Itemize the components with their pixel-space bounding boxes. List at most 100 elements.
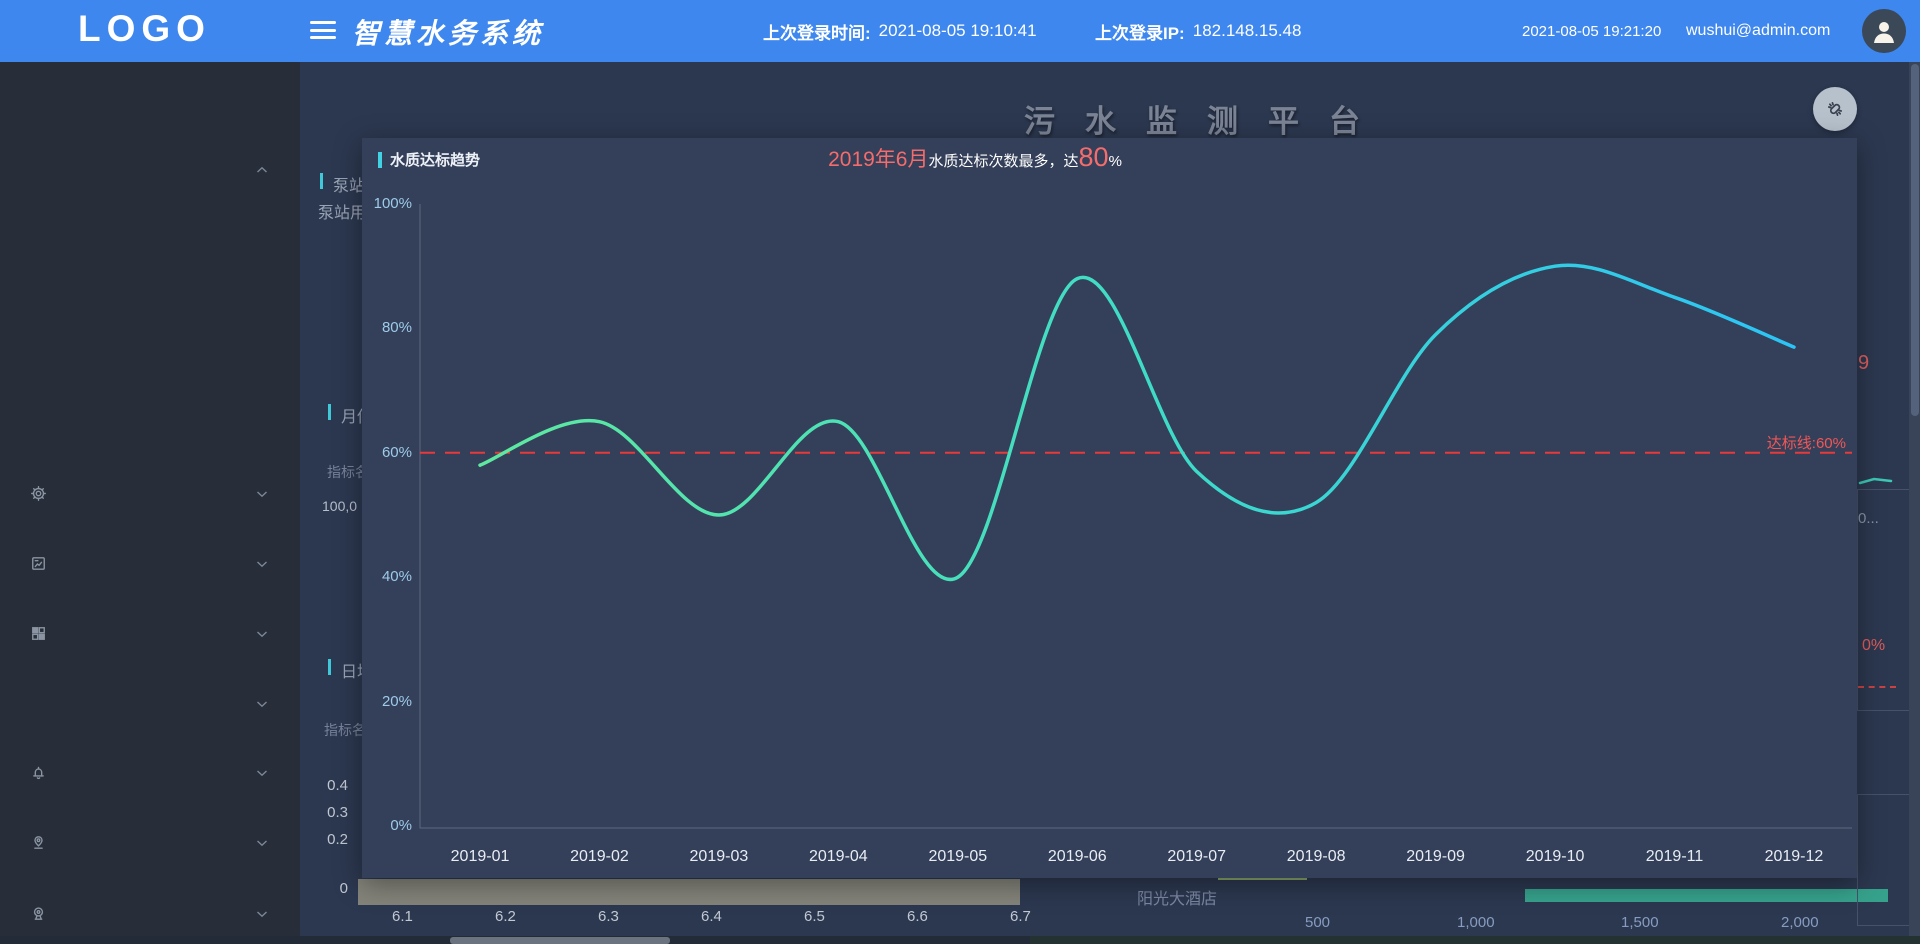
right-fragment-number: 0...	[1858, 510, 1879, 527]
right-fragment-nine: 9	[1858, 352, 1869, 375]
daily-xtick-3: 6.4	[701, 908, 722, 925]
daily-xtick-4: 6.5	[804, 908, 825, 925]
month-panel-value: 100,0	[322, 498, 357, 514]
right-fragment-percent: 0%	[1862, 637, 1885, 655]
app-title: 智慧水务系统	[352, 12, 544, 52]
sidebar-item-3[interactable]	[0, 343, 300, 383]
chart-axes	[420, 204, 1852, 828]
x-axis-tick-5: 2019-06	[1037, 847, 1117, 867]
x-axis-tick-4: 2019-05	[918, 847, 998, 867]
chevron-down-icon	[256, 910, 268, 918]
current-time: 2021-08-05 19:21:20	[1522, 0, 1661, 62]
y-axis-tick-0: 0%	[362, 816, 412, 836]
sidebar-item-2[interactable]	[0, 281, 300, 321]
x-axis-tick-6: 2019-07	[1157, 847, 1237, 867]
sidebar-item-1[interactable]	[0, 217, 300, 257]
right-fragment-panel-2	[1857, 794, 1917, 926]
y-axis-tick-2: 40%	[362, 567, 412, 587]
right-fragment-line	[1858, 474, 1894, 488]
background-bar-gray	[358, 879, 1020, 905]
daily-ytick-3: 0	[318, 880, 348, 897]
user-avatar-icon	[1869, 16, 1899, 46]
sidebar-item-4[interactable]	[0, 406, 300, 446]
report-icon	[30, 555, 48, 573]
link-break-icon	[1824, 98, 1846, 120]
daily-panel-metric: 指标名	[324, 720, 366, 740]
x-axis-tick-0: 2019-01	[440, 847, 520, 867]
sidebar	[0, 62, 300, 936]
app-logo: LOGO	[78, 8, 248, 50]
month-panel-accent-bar	[328, 404, 331, 420]
refresh-button[interactable]	[1813, 87, 1857, 131]
last-login-time: 上次登录时间: 2021-08-05 19:10:41	[763, 0, 1037, 62]
sidebar-item-10[interactable]	[0, 823, 300, 863]
user-avatar[interactable]	[1862, 9, 1906, 53]
trend-line	[480, 265, 1794, 579]
x-axis-tick-9: 2019-10	[1515, 847, 1595, 867]
menu-toggle-icon[interactable]	[310, 21, 336, 41]
x-axis-tick-1: 2019-02	[559, 847, 639, 867]
chevron-up-icon	[256, 166, 268, 174]
daily-ytick-2: 0.2	[318, 831, 348, 848]
y-axis-tick-3: 60%	[362, 443, 412, 463]
app-header: LOGO 智慧水务系统 上次登录时间: 2021-08-05 19:10:41 …	[0, 0, 1920, 62]
daily-xtick-2: 6.3	[598, 908, 619, 925]
pump-panel-accent-bar	[320, 173, 323, 189]
chevron-down-icon	[256, 490, 268, 498]
user-email[interactable]: wushui@admin.com	[1686, 0, 1830, 62]
page-title: 污水监测平台	[1024, 96, 1390, 141]
pin-icon	[30, 834, 48, 852]
hotel-xtick-1: 1,000	[1457, 914, 1495, 931]
daily-xtick-6: 6.7	[1010, 908, 1031, 925]
trend-line-chart[interactable]	[362, 138, 1857, 878]
chevron-down-icon	[256, 700, 268, 708]
last-login-ip: 上次登录IP: 182.148.15.48	[1095, 0, 1301, 62]
sidebar-item-0[interactable]	[0, 150, 300, 190]
hotel-bar-label: 阳光大酒店	[1137, 885, 1217, 909]
y-axis-tick-5: 100%	[362, 194, 412, 214]
sidebar-item-8[interactable]	[0, 684, 300, 724]
last-login-time-value: 2021-08-05 19:10:41	[879, 21, 1037, 41]
grid-icon	[30, 625, 48, 643]
x-axis-tick-11: 2019-12	[1754, 847, 1834, 867]
sidebar-item-9[interactable]	[0, 753, 300, 793]
last-login-ip-label: 上次登录IP:	[1095, 19, 1185, 44]
x-axis-tick-7: 2019-08	[1276, 847, 1356, 867]
gear-icon	[30, 485, 48, 503]
screen: LOGO 智慧水务系统 上次登录时间: 2021-08-05 19:10:41 …	[0, 0, 1920, 944]
chevron-down-icon	[256, 630, 268, 638]
chevron-down-icon	[256, 560, 268, 568]
vertical-scrollbar-thumb[interactable]	[1911, 64, 1919, 416]
hotel-bar	[1525, 889, 1888, 902]
hotel-xtick-0: 500	[1305, 914, 1330, 931]
right-fragment-dashes	[1858, 686, 1896, 688]
x-axis-tick-3: 2019-04	[798, 847, 878, 867]
daily-xtick-5: 6.6	[907, 908, 928, 925]
x-axis-tick-2: 2019-03	[679, 847, 759, 867]
daily-xtick-0: 6.1	[392, 908, 413, 925]
daily-ytick-0: 0.4	[318, 777, 348, 794]
daily-panel-accent-bar	[328, 659, 331, 675]
x-axis-tick-10: 2019-11	[1635, 847, 1715, 867]
sidebar-item-7[interactable]	[0, 614, 300, 654]
threshold-label: 达标线:60%	[1740, 432, 1846, 453]
last-login-ip-value: 182.148.15.48	[1193, 21, 1302, 41]
sidebar-item-5[interactable]	[0, 474, 300, 514]
hotel-xtick-2: 1,500	[1621, 914, 1659, 931]
chevron-down-icon	[256, 839, 268, 847]
last-login-time-label: 上次登录时间:	[763, 19, 871, 44]
hotel-xtick-3: 2,000	[1781, 914, 1819, 931]
bottom-strip-green	[1030, 936, 1920, 944]
video-icon	[30, 905, 48, 923]
horizontal-scrollbar-thumb[interactable]	[450, 937, 670, 944]
main-area: 污水监测平台 泵站 泵站用 月供水 指标名 100,0 日均 指标名 0.40.…	[300, 62, 1920, 936]
pump-panel-subtitle: 泵站用	[318, 199, 366, 223]
daily-ytick-1: 0.3	[318, 804, 348, 821]
chart-panel: 水质达标趋势 2019年6月 水质达标次数最多，达 80 % 0%20%40%6…	[362, 138, 1857, 878]
bell-icon	[30, 764, 48, 782]
horizontal-scrollbar[interactable]	[0, 936, 1920, 944]
sidebar-item-11[interactable]	[0, 894, 300, 934]
sidebar-item-6[interactable]	[0, 544, 300, 584]
pump-panel-title: 泵站	[333, 172, 365, 196]
vertical-scrollbar[interactable]	[1909, 62, 1920, 936]
